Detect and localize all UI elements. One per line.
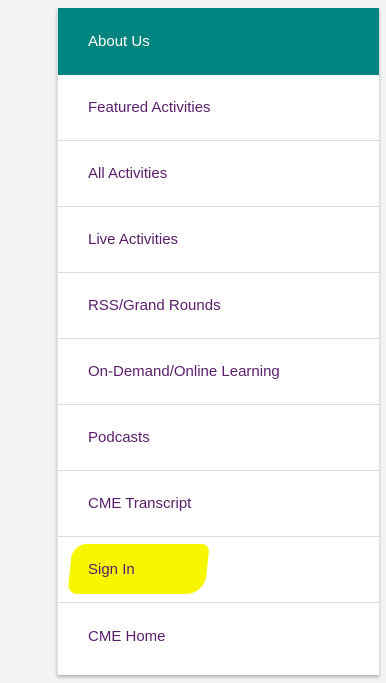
nav-item-cme-transcript[interactable]: CME Transcript [58, 471, 379, 537]
nav-item-sign-in[interactable]: Sign In [58, 537, 379, 603]
nav-item-label: Featured Activities [88, 99, 211, 116]
nav-item-on-demand-online-learning[interactable]: On-Demand/Online Learning [58, 339, 379, 405]
nav-item-label: About Us [88, 33, 150, 50]
nav-item-label: CME Transcript [88, 495, 192, 512]
page: About Us Featured Activities All Activit… [0, 0, 386, 683]
nav-item-label: RSS/Grand Rounds [88, 297, 221, 314]
nav-item-podcasts[interactable]: Podcasts [58, 405, 379, 471]
nav-item-label: Podcasts [88, 429, 150, 446]
nav-item-all-activities[interactable]: All Activities [58, 141, 379, 207]
nav-item-featured-activities[interactable]: Featured Activities [58, 75, 379, 141]
nav-item-label: All Activities [88, 165, 168, 182]
nav-item-about-us[interactable]: About Us [58, 8, 379, 75]
nav-item-label: Live Activities [88, 231, 179, 248]
nav-item-label: On-Demand/Online Learning [88, 363, 280, 380]
nav-item-rss-grand-rounds[interactable]: RSS/Grand Rounds [58, 273, 379, 339]
nav-item-label: Sign In [88, 561, 135, 578]
nav-item-label: CME Home [88, 627, 166, 645]
nav-item-live-activities[interactable]: Live Activities [58, 207, 379, 273]
sidebar-nav: About Us Featured Activities All Activit… [57, 8, 379, 675]
nav-item-cme-home[interactable]: CME Home [58, 603, 379, 669]
